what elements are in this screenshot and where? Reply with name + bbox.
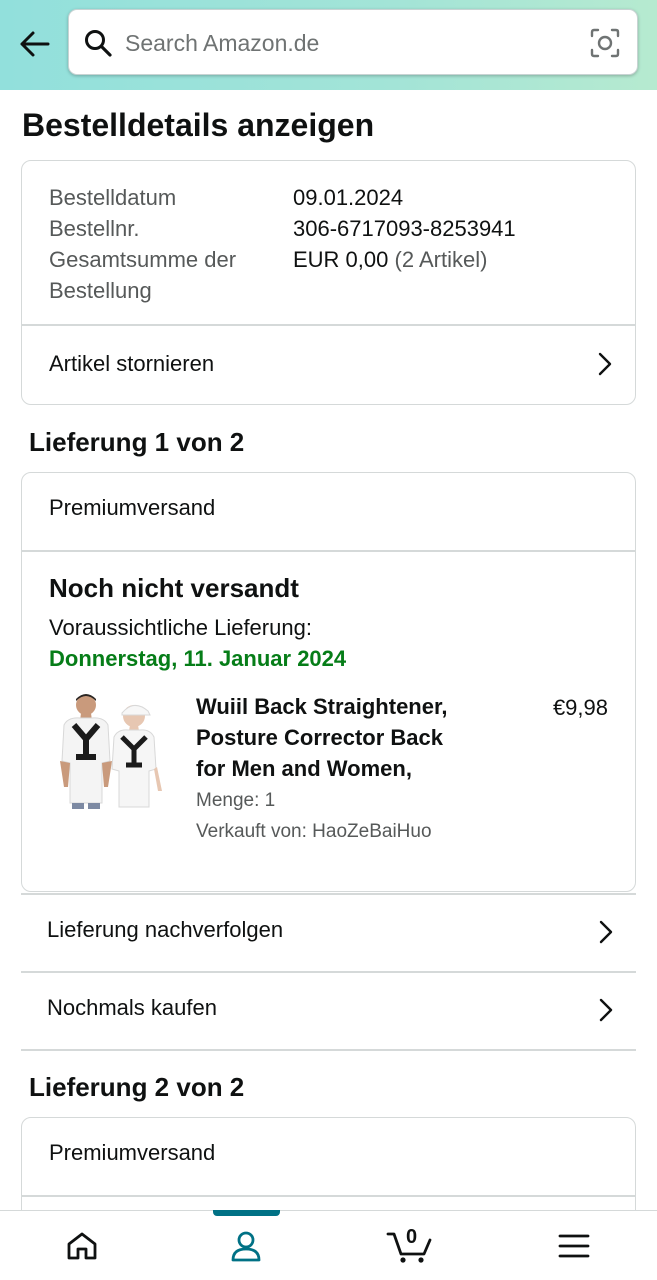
page-title: Bestelldetails anzeigen: [22, 107, 375, 143]
nav-menu[interactable]: [492, 1211, 656, 1280]
search-box[interactable]: [68, 9, 638, 75]
nav-home[interactable]: [0, 1211, 164, 1280]
divider: [21, 1049, 636, 1051]
nav-active-indicator: [213, 1210, 280, 1216]
order-total-label: Gesamtsumme der Bestellung: [49, 244, 236, 306]
divider: [22, 550, 635, 552]
chevron-right-icon: [599, 920, 613, 944]
product-seller: Verkauft von: HaoZeBaiHuo: [196, 821, 432, 842]
shipping-type: Premiumversand: [49, 495, 216, 520]
expected-delivery-label: Voraussichtliche Lieferung:: [49, 615, 312, 640]
person-icon: [231, 1231, 261, 1262]
track-delivery-link[interactable]: Lieferung nachverfolgen: [21, 893, 636, 971]
order-total-label-line2: Bestellung: [49, 278, 152, 303]
order-number-label: Bestellnr.: [49, 216, 140, 241]
chevron-right-icon: [599, 998, 613, 1022]
track-delivery-label: Lieferung nachverfolgen: [47, 917, 284, 942]
cancel-items-link[interactable]: Artikel stornieren: [22, 325, 635, 403]
product-title-line1: Wuiil Back Straightener,: [196, 694, 448, 719]
order-number-value: 306-6717093-8253941: [293, 216, 516, 241]
buy-again-label: Nochmals kaufen: [47, 995, 217, 1020]
expected-delivery-date: Donnerstag, 11. Januar 2024: [49, 646, 347, 671]
bottom-navigation: [0, 1210, 657, 1280]
back-arrow-icon[interactable]: [14, 26, 54, 62]
order-total-label-line1: Gesamtsumme der: [49, 247, 237, 272]
header-bar: [0, 0, 657, 90]
order-total-amount: EUR 0,00: [293, 247, 389, 272]
cart-count-badge: 0: [406, 1226, 418, 1248]
delivery-2-title: Lieferung 2 von 2: [29, 1072, 245, 1102]
product-image[interactable]: [46, 691, 172, 815]
chevron-right-icon: [598, 352, 612, 376]
order-date-value: 09.01.2024: [293, 185, 404, 210]
order-item-count: (2 Artikel): [394, 247, 488, 272]
buy-again-link[interactable]: Nochmals kaufen: [21, 971, 636, 1049]
home-icon: [67, 1232, 97, 1260]
delivery-1-title: Lieferung 1 von 2: [29, 427, 245, 457]
camera-lens-icon[interactable]: [589, 27, 621, 59]
order-date-label: Bestelldatum: [49, 185, 177, 210]
product-title-line3: for Men and Women,: [196, 756, 412, 781]
search-icon: [85, 30, 112, 57]
product-price: €9,98: [552, 695, 608, 720]
delivery-1-card: Premiumversand Noch nicht versandt Vorau…: [21, 472, 636, 892]
order-total-value: EUR 0,00 (2 Artikel): [293, 244, 487, 275]
search-input[interactable]: [125, 24, 565, 62]
shipment-status: Noch nicht versandt: [49, 573, 299, 603]
divider: [22, 1195, 635, 1197]
product-quantity: Menge: 1: [196, 790, 276, 811]
cancel-items-label: Artikel stornieren: [49, 351, 215, 376]
product-title-line2: Posture Corrector Back: [196, 725, 443, 750]
nav-account[interactable]: [164, 1211, 328, 1280]
hamburger-menu-icon: [558, 1234, 590, 1258]
product-title-link[interactable]: Wuiil Back Straightener, Posture Correct…: [196, 691, 476, 784]
shipping-type: Premiumversand: [49, 1140, 216, 1165]
order-summary-card: Bestelldatum 09.01.2024 Bestellnr. 306-6…: [21, 160, 636, 405]
